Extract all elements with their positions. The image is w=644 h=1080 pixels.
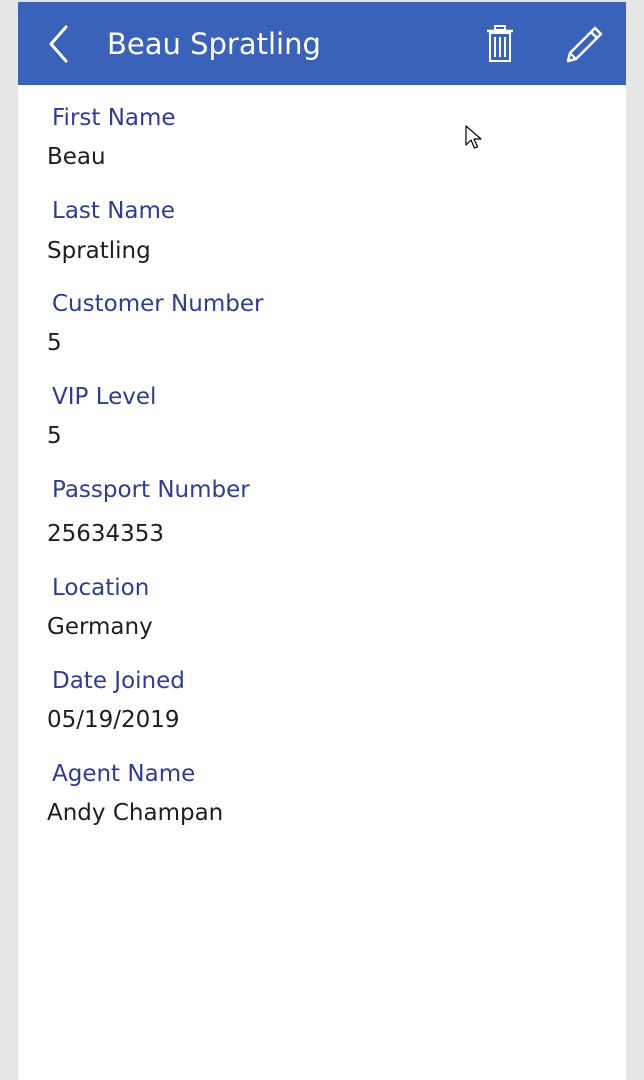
date-joined-value: 05/19/2019: [47, 707, 180, 733]
first-name-label: First Name: [52, 105, 176, 131]
last-name-label: Last Name: [52, 198, 176, 224]
pencil-icon: [566, 26, 603, 63]
edit-button[interactable]: [563, 24, 605, 66]
vip-level-label: VIP Level: [52, 384, 157, 410]
delete-button[interactable]: [484, 24, 516, 64]
agent-name-label: Agent Name: [52, 761, 196, 787]
date-joined-label: Date Joined: [52, 668, 185, 694]
first-name-value: Beau: [47, 144, 106, 170]
customer-number-label: Customer Number: [52, 291, 264, 317]
trash-icon: [487, 25, 513, 62]
agent-name-value: Andy Champan: [47, 800, 224, 826]
location-label: Location: [52, 575, 150, 601]
vip-level-value: 5: [47, 423, 62, 449]
mouse-pointer-icon: [465, 125, 482, 149]
location-value: Germany: [47, 614, 153, 640]
passport-number-value: 25634353: [47, 521, 165, 547]
back-button[interactable]: [44, 22, 76, 66]
page-title: Beau Spratling: [107, 27, 321, 61]
passport-number-label: Passport Number: [52, 477, 250, 503]
detail-screen: Beau Spratling First Name Beau Last Name…: [18, 2, 626, 1080]
header-bar: Beau Spratling: [18, 2, 626, 85]
chevron-left-icon: [49, 25, 68, 63]
customer-number-value: 5: [47, 330, 62, 356]
last-name-value: Spratling: [47, 238, 151, 264]
